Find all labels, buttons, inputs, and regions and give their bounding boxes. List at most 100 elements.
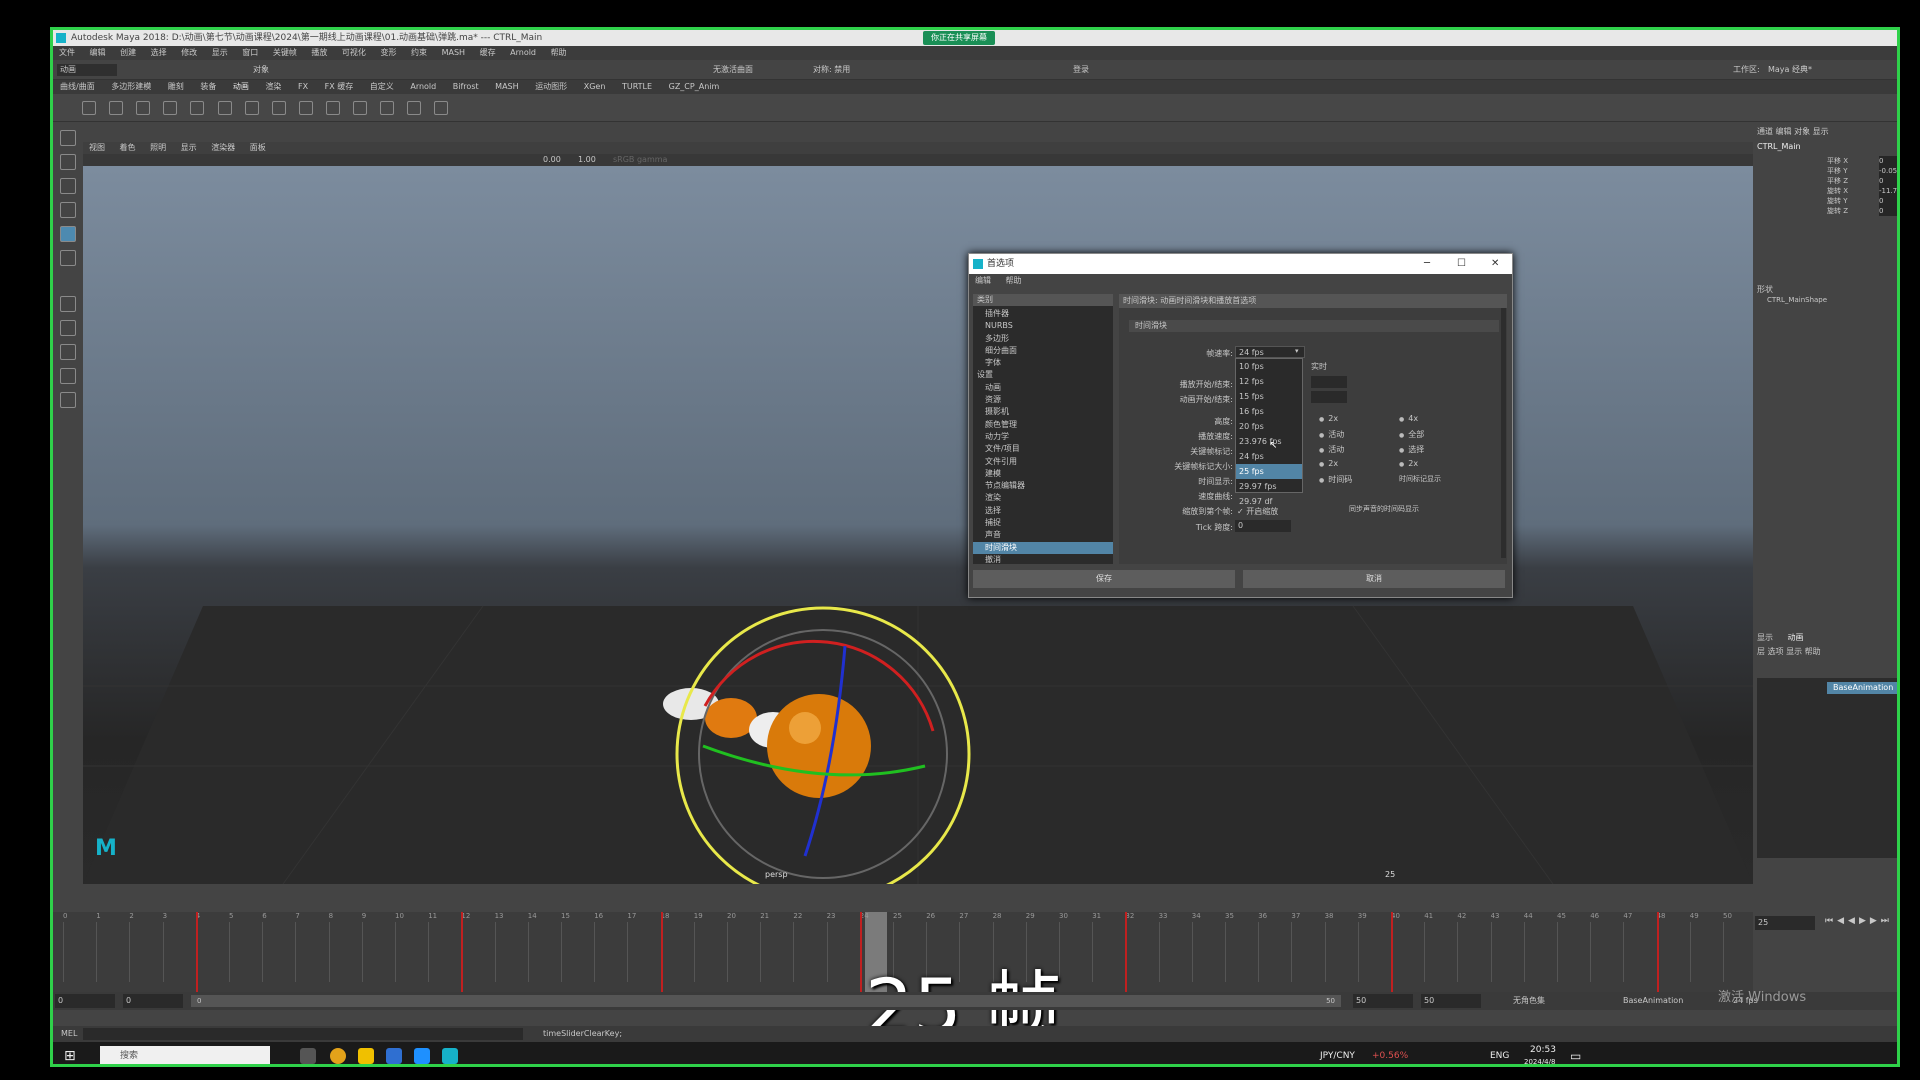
category-item[interactable]: 撤消 [973, 554, 1113, 566]
dialog-menu-edit[interactable]: 编辑 [975, 276, 991, 285]
menu-key[interactable]: 关键帧 [273, 48, 297, 57]
range-bar[interactable]: 0 50 [191, 995, 1341, 1007]
paint-select-icon[interactable] [60, 178, 76, 194]
vp-menu-panels[interactable]: 面板 [250, 143, 266, 152]
lasso-tool-icon[interactable] [60, 154, 76, 170]
shelf-tab[interactable]: 曲线/曲面 [60, 82, 95, 91]
key-icon[interactable] [82, 101, 97, 115]
close-icon[interactable]: ✕ [1491, 254, 1499, 274]
category-item[interactable]: 时间滑块 [973, 541, 1113, 554]
live-surface-label[interactable]: 无激活曲面 [713, 60, 753, 80]
channel-row[interactable]: 平移 Y -0.058 [1757, 166, 1897, 176]
windows-start-icon[interactable]: ⊞ [64, 1042, 76, 1064]
radio-option[interactable]: 4x [1399, 414, 1418, 423]
keyframe-marker[interactable] [1391, 912, 1393, 992]
lattice-icon[interactable] [407, 101, 422, 115]
category-item[interactable]: 渲染 [973, 492, 1113, 504]
keyframe-marker[interactable] [1125, 912, 1128, 992]
shelf-tab[interactable]: XGen [584, 82, 606, 91]
cb-tab-show[interactable]: 显示 [1813, 127, 1829, 136]
move-tool-icon[interactable] [60, 202, 76, 218]
mode-selector[interactable]: 动画 [57, 64, 117, 76]
color-space-selector[interactable]: sRGB gamma [613, 154, 667, 166]
category-item[interactable]: 资源 [973, 394, 1113, 406]
shelf-tab[interactable]: GZ_CP_Anim [669, 82, 720, 91]
playback-start-field[interactable] [1311, 376, 1347, 388]
framerate-option[interactable]: 10 fps [1236, 359, 1302, 374]
radio-option[interactable]: 时间码 [1319, 474, 1352, 485]
screen-share-indicator[interactable]: 你正在共享屏幕 [923, 31, 995, 45]
ik-icon[interactable] [244, 101, 259, 115]
channel-row[interactable]: 旋转 Z0 [1757, 206, 1897, 216]
file-explorer-icon[interactable] [358, 1048, 374, 1064]
parent-icon[interactable] [325, 101, 340, 115]
shelf-tab[interactable]: FX [298, 82, 308, 91]
workspace-selector[interactable]: Maya 经典* [1768, 60, 1812, 80]
shelf-tab[interactable]: 运动图形 [535, 82, 567, 91]
mel-label[interactable]: MEL [61, 1026, 77, 1042]
shelf-tab[interactable]: FX 缓存 [325, 82, 354, 91]
radio-option[interactable]: 2x [1319, 459, 1338, 468]
end-time-field[interactable]: 50 [1353, 994, 1413, 1008]
category-item[interactable]: 节点编辑器 [973, 480, 1113, 492]
cb-tab-object[interactable]: 对象 [1794, 127, 1810, 136]
shelf-tab[interactable]: 装备 [200, 82, 216, 91]
framerate-option[interactable]: 12 fps [1236, 374, 1302, 389]
category-item[interactable]: 动力学 [973, 431, 1113, 443]
category-item[interactable]: 字体 [973, 357, 1113, 369]
object-mode-label[interactable]: 对象 [253, 60, 269, 80]
taskbar-search[interactable]: 搜索 [100, 1046, 270, 1064]
layer-menu-item[interactable]: 选项 [1768, 647, 1784, 656]
category-item[interactable]: NURBS [973, 320, 1113, 332]
radio-option[interactable]: 活动 [1319, 429, 1344, 440]
framerate-option[interactable]: 25 fps [1236, 464, 1302, 479]
category-item[interactable]: 颜色管理 [973, 419, 1113, 431]
menu-constrain[interactable]: 约束 [411, 48, 427, 57]
motion-trail-icon[interactable] [109, 101, 124, 115]
command-input[interactable] [83, 1028, 523, 1040]
vp-menu-view[interactable]: 视图 [89, 143, 105, 152]
layer-tab-display[interactable]: 显示 [1757, 633, 1773, 642]
base-animation-layer[interactable]: BaseAnimation [1827, 682, 1897, 694]
settings-scrollbar[interactable] [1501, 308, 1506, 558]
radio-option[interactable]: 活动 [1319, 444, 1344, 455]
two-view-icon[interactable] [60, 368, 76, 384]
cluster-icon[interactable] [380, 101, 395, 115]
joint-icon[interactable] [217, 101, 232, 115]
radio-option[interactable]: 2x [1319, 414, 1338, 423]
category-item[interactable]: 摄影机 [973, 406, 1113, 418]
channel-row[interactable]: 平移 Z0 [1757, 176, 1897, 186]
last-tool-icon[interactable] [60, 296, 76, 312]
task-view-icon[interactable] [300, 1048, 316, 1064]
constraint-icon[interactable] [298, 101, 313, 115]
menu-windows[interactable]: 窗口 [242, 48, 258, 57]
category-item[interactable]: 声音 [973, 529, 1113, 541]
start-time-field[interactable]: 0 [55, 994, 115, 1008]
menu-visualize[interactable]: 可视化 [342, 48, 366, 57]
radio-option[interactable]: 2x [1399, 459, 1418, 468]
dialog-menu-help[interactable]: 帮助 [1006, 276, 1022, 285]
shelf-tab[interactable]: MASH [495, 82, 518, 91]
keyframe-marker[interactable] [195, 912, 198, 992]
skin-icon[interactable] [271, 101, 286, 115]
vp-menu-shading[interactable]: 着色 [120, 143, 136, 152]
chrome-icon[interactable] [330, 1048, 346, 1064]
framerate-option[interactable]: 20 fps [1236, 419, 1302, 434]
cancel-button[interactable]: 取消 [1243, 570, 1505, 588]
menu-display[interactable]: 显示 [212, 48, 228, 57]
wire-icon[interactable] [434, 101, 449, 115]
category-item[interactable]: 多边形 [973, 333, 1113, 345]
input-language[interactable]: ENG [1490, 1042, 1509, 1064]
menu-edit[interactable]: 编辑 [90, 48, 106, 57]
category-item[interactable]: 选择 [973, 505, 1113, 517]
layer-menu-item[interactable]: 帮助 [1805, 647, 1821, 656]
menu-select[interactable]: 选择 [151, 48, 167, 57]
menu-deform[interactable]: 变形 [380, 48, 396, 57]
bake-icon[interactable] [190, 101, 205, 115]
shelf-tab[interactable]: Arnold [410, 82, 436, 91]
select-tool-icon[interactable] [60, 130, 76, 146]
shelf-tab[interactable]: TURTLE [622, 82, 652, 91]
gamma-field[interactable]: 1.00 [578, 154, 596, 166]
channel-row[interactable]: 平移 X0 [1757, 156, 1897, 166]
menu-cache[interactable]: 缓存 [480, 48, 496, 57]
